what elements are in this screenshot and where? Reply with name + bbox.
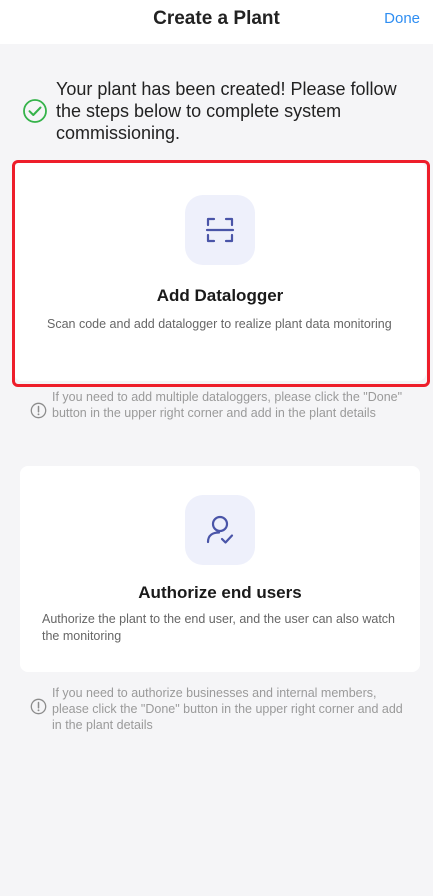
card-title: Authorize end users bbox=[138, 583, 302, 602]
success-text: Your plant has been created! Please foll… bbox=[56, 79, 397, 143]
note-text: If you need to add multiple dataloggers,… bbox=[52, 390, 403, 420]
page-title: Create a Plant bbox=[153, 8, 280, 29]
card-description: Scan code and add datalogger to realize … bbox=[47, 317, 392, 331]
card-title: Add Datalogger bbox=[156, 286, 284, 305]
note-text: If you need to authorize businesses and … bbox=[52, 686, 403, 732]
header-bar: Create a Plant Done bbox=[0, 0, 433, 44]
info-icon bbox=[30, 402, 47, 419]
authorize-end-users-card[interactable]: Authorize end users Authorize the plant … bbox=[20, 466, 420, 672]
info-icon bbox=[30, 698, 47, 715]
done-button[interactable]: Done bbox=[384, 10, 420, 27]
scan-icon bbox=[205, 217, 235, 243]
user-check-icon bbox=[206, 515, 234, 544]
add-datalogger-card[interactable]: Add Datalogger Scan code and add datalog… bbox=[14, 162, 426, 381]
card-description: Authorize the plant to the end user, and… bbox=[42, 612, 396, 643]
check-circle-icon bbox=[23, 99, 47, 123]
scan-icon-box bbox=[185, 195, 255, 265]
user-icon-box bbox=[185, 495, 255, 565]
